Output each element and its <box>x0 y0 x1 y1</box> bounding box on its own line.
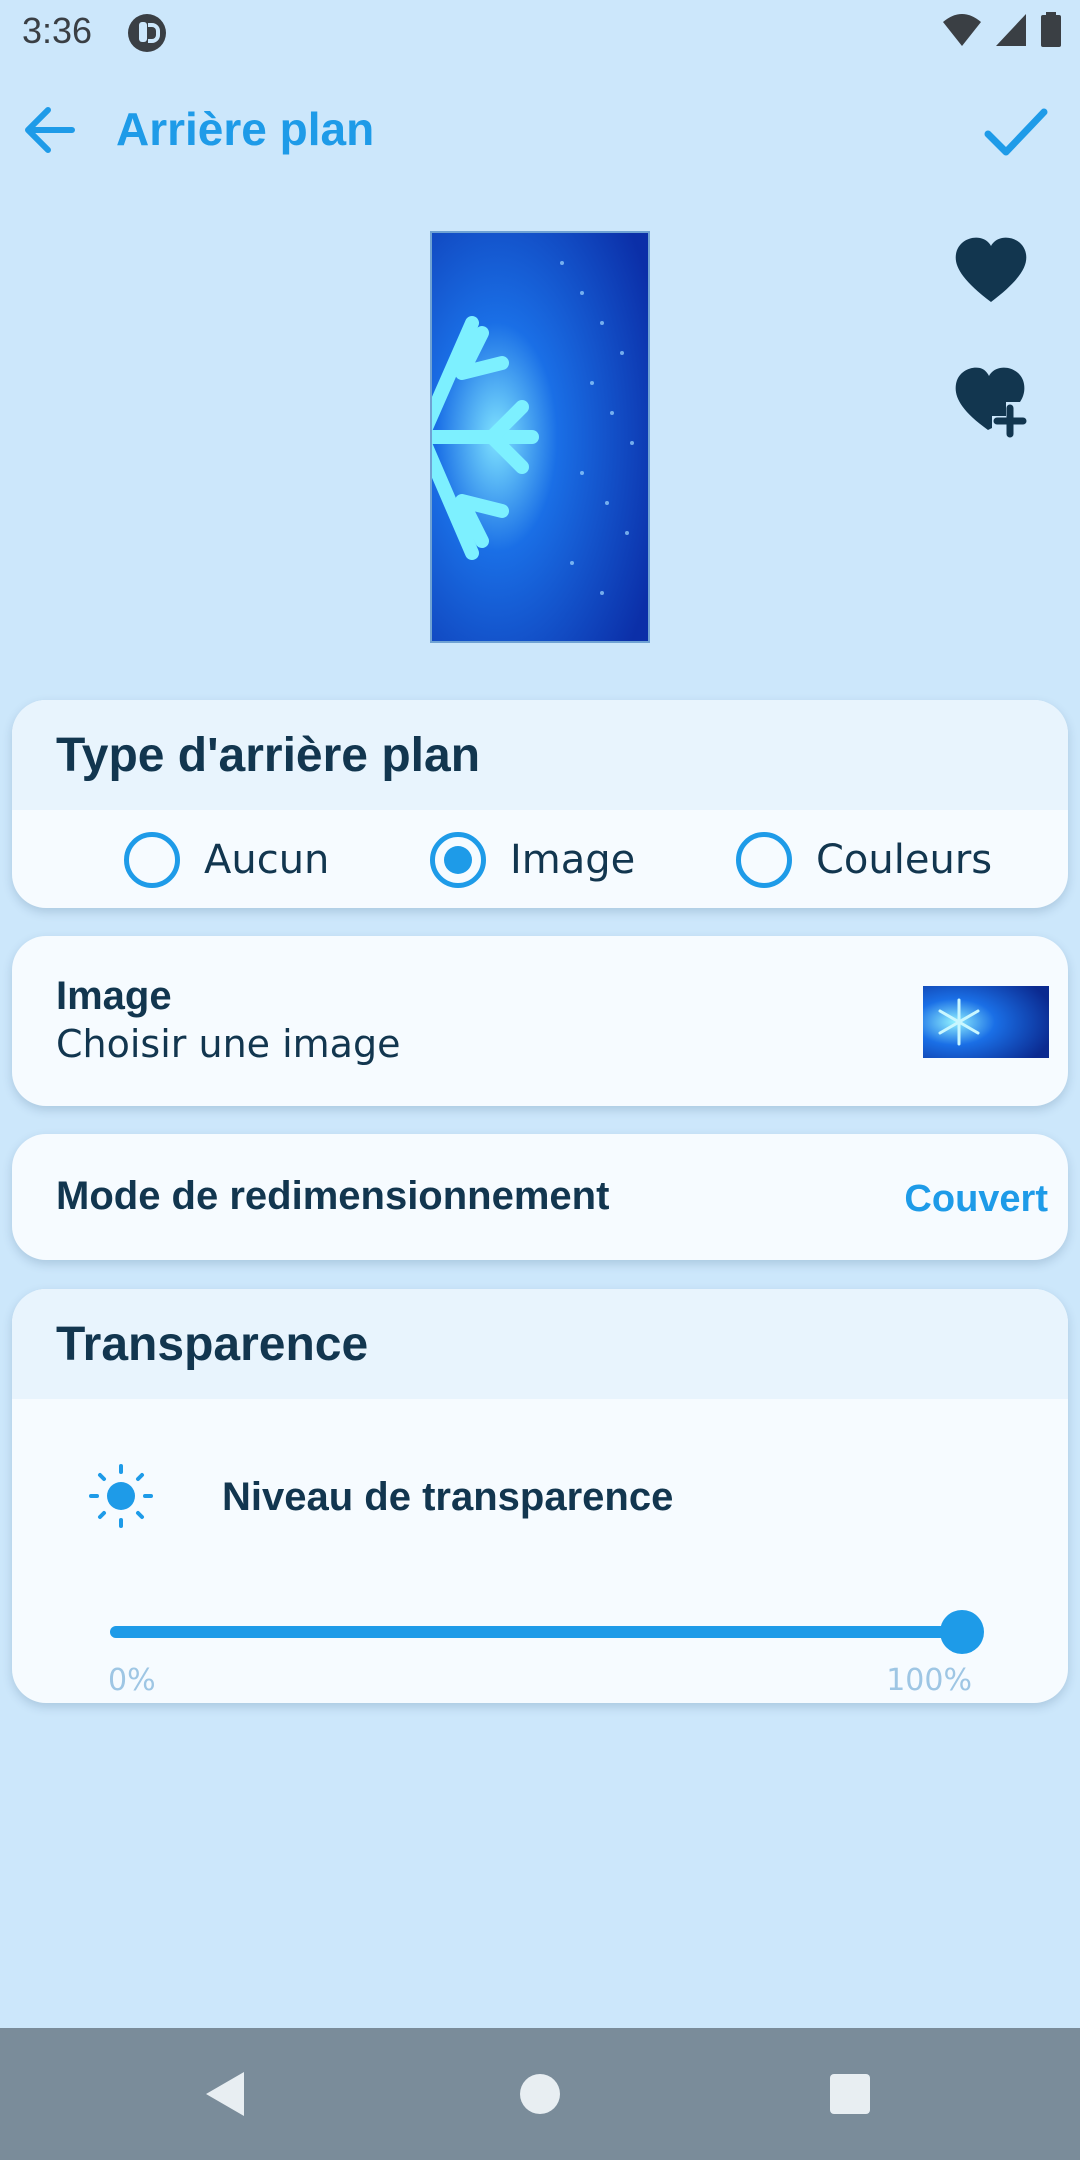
status-bar: 3:36 <box>0 0 1080 66</box>
resize-mode-value[interactable]: Couvert <box>904 1178 1048 1221</box>
notification-app-icon <box>128 14 166 52</box>
image-card-subtitle: Choisir une image <box>56 1022 401 1066</box>
background-type-radio-group: Aucun Image Couleurs <box>12 810 1068 908</box>
check-icon <box>984 108 1048 156</box>
heart-plus-icon <box>955 367 1027 438</box>
back-arrow-icon <box>25 107 75 153</box>
add-favorite-button[interactable] <box>952 364 1030 442</box>
background-type-card: Type d'arrière plan Aucun Image Couleurs <box>12 700 1068 908</box>
slider-fill <box>110 1626 962 1638</box>
radio-button-image[interactable] <box>430 832 486 888</box>
transparency-header: Transparence <box>12 1289 1068 1399</box>
top-app-bar: Arrière plan <box>0 66 1080 196</box>
radio-button-aucun[interactable] <box>124 832 180 888</box>
background-type-title: Type d'arrière plan <box>56 728 481 782</box>
confirm-button[interactable] <box>980 96 1052 168</box>
radio-label-image: Image <box>510 837 636 883</box>
sun-icon <box>89 1464 153 1528</box>
radio-option-couleurs[interactable]: Couleurs <box>736 830 992 890</box>
back-button[interactable] <box>18 98 82 162</box>
image-picker-card[interactable]: Image Choisir une image <box>12 936 1068 1106</box>
radio-label-aucun: Aucun <box>204 837 330 883</box>
slider-thumb[interactable] <box>940 1610 984 1654</box>
preview-image <box>432 233 648 641</box>
nav-home-icon[interactable] <box>520 2074 560 2114</box>
wifi-icon <box>943 14 981 46</box>
system-navigation-bar <box>0 2028 1080 2160</box>
image-thumbnail[interactable] <box>923 986 1049 1058</box>
transparency-slider[interactable] <box>110 1610 984 1654</box>
background-preview <box>430 231 650 643</box>
battery-icon <box>1041 12 1061 47</box>
nav-back-icon[interactable] <box>204 2070 246 2118</box>
background-type-header: Type d'arrière plan <box>12 700 1068 810</box>
image-card-title: Image <box>56 974 172 1018</box>
signal-icon <box>996 14 1026 46</box>
transparency-card: Transparence Niveau de transparence 0% 1… <box>12 1289 1068 1703</box>
resize-mode-card[interactable]: Mode de redimensionnement Couvert <box>12 1134 1068 1260</box>
status-icons <box>942 12 1062 48</box>
nav-recents-icon[interactable] <box>830 2074 870 2114</box>
status-time: 3:36 <box>22 10 93 51</box>
radio-label-couleurs: Couleurs <box>816 837 993 883</box>
slider-min-label: 0% <box>108 1663 156 1698</box>
radio-option-image[interactable]: Image <box>430 830 635 890</box>
transparency-level-label: Niveau de transparence <box>222 1475 674 1519</box>
radio-option-aucun[interactable]: Aucun <box>124 830 329 890</box>
page-title: Arrière plan <box>116 103 375 155</box>
resize-mode-label: Mode de redimensionnement <box>56 1174 610 1218</box>
transparency-title: Transparence <box>56 1317 369 1371</box>
slider-max-label: 100% <box>886 1663 972 1698</box>
radio-button-couleurs[interactable] <box>736 832 792 888</box>
favorite-button[interactable] <box>952 232 1030 310</box>
heart-icon <box>955 237 1027 302</box>
